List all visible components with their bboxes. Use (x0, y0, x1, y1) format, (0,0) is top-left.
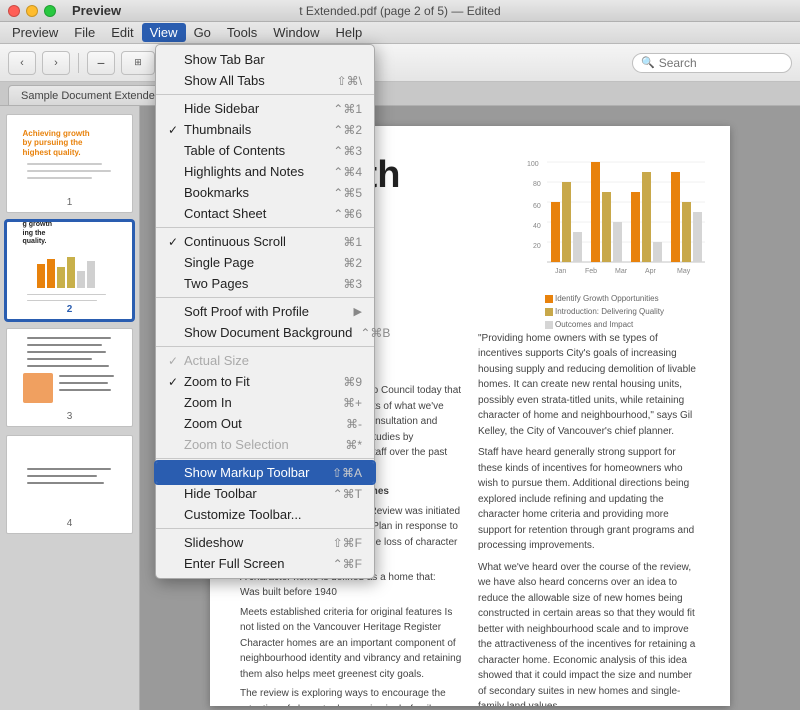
thumb-num-2: 2 (67, 302, 73, 319)
close-button[interactable] (8, 5, 20, 17)
menu-show-markup-toolbar[interactable]: Show Markup Toolbar ⇧⌘A (156, 462, 374, 483)
view-menu-dropdown[interactable]: Show Tab Bar Show All Tabs ⇧⌘\ Hide Side… (155, 44, 375, 579)
menu-show-tab-bar[interactable]: Show Tab Bar (156, 49, 374, 70)
main-layout: Achieving growthby pursuing thehighest q… (0, 106, 800, 710)
menu-thumbnails[interactable]: ✓ Thumbnails ⌃⌘2 (156, 119, 374, 140)
menu-preview[interactable]: Preview (4, 23, 66, 42)
nav-fwd-button[interactable]: › (42, 51, 70, 75)
title-bar: Preview t Extended.pdf (page 2 of 5) — E… (0, 0, 800, 22)
thumb-img-1: Achieving growthby pursuing thehighest q… (15, 115, 125, 195)
menu-continuous-scroll[interactable]: ✓ Continuous Scroll ⌘1 (156, 231, 374, 252)
thumb-img-2: g growthing thequality. (15, 222, 125, 302)
menu-bar: Preview File Edit View Go Tools Window H… (0, 22, 800, 44)
zoom-fit-button[interactable]: ⊞ (121, 51, 155, 75)
tab-bar: Sample Document Extende... (0, 82, 800, 106)
sep-6 (156, 528, 374, 529)
search-icon: 🔍 (641, 56, 655, 69)
menu-show-doc-bg[interactable]: Show Document Background ⌃⌘B (156, 322, 374, 343)
thumb-num-3: 3 (67, 409, 73, 426)
menu-soft-proof[interactable]: Soft Proof with Profile ▶ (156, 301, 374, 322)
svg-text:Mar: Mar (615, 268, 628, 275)
svg-text:Jan: Jan (555, 268, 566, 275)
menu-window[interactable]: Window (265, 23, 327, 42)
sep-2 (156, 227, 374, 228)
menu-view[interactable]: View (142, 23, 186, 42)
menu-go[interactable]: Go (186, 23, 219, 42)
sidebar-page-2[interactable]: g growthing thequality. 2 (6, 221, 133, 320)
menu-single-page[interactable]: Single Page ⌘2 (156, 252, 374, 273)
menu-zoom-in[interactable]: Zoom In ⌘+ (156, 392, 374, 413)
minimize-button[interactable] (26, 5, 38, 17)
menu-customize-toolbar[interactable]: Customize Toolbar... (156, 504, 374, 525)
menu-zoom-to-fit[interactable]: ✓ Zoom to Fit ⌘9 (156, 371, 374, 392)
tab-document[interactable]: Sample Document Extende... (8, 85, 177, 105)
menu-actual-size[interactable]: ✓ Actual Size (156, 350, 374, 371)
svg-text:May: May (677, 268, 691, 275)
menu-edit[interactable]: Edit (103, 23, 141, 42)
thumb-num-1: 1 (67, 195, 73, 212)
toolbar: ‹ › − ⊞ + ↺ ↑ ✏ ✍ ▾ 🔍 (0, 44, 800, 82)
sep-5 (156, 458, 374, 459)
menu-bookmarks[interactable]: Bookmarks ⌃⌘5 (156, 182, 374, 203)
menu-contact-sheet[interactable]: Contact Sheet ⌃⌘6 (156, 203, 374, 224)
sep-3 (156, 297, 374, 298)
bar-chart: 100 80 60 40 20 Jan Feb (515, 146, 710, 291)
menu-enter-full-screen[interactable]: Enter Full Screen ⌃⌘F (156, 553, 374, 574)
svg-text:Apr: Apr (645, 268, 657, 275)
menu-slideshow[interactable]: Slideshow ⇧⌘F (156, 532, 374, 553)
thumb-img-3 (15, 329, 125, 409)
menu-two-pages[interactable]: Two Pages ⌘3 (156, 273, 374, 294)
menu-zoom-out[interactable]: Zoom Out ⌘- (156, 413, 374, 434)
thumb-img-4 (15, 436, 125, 516)
menu-hide-sidebar[interactable]: Hide Sidebar ⌃⌘1 (156, 98, 374, 119)
maximize-button[interactable] (44, 5, 56, 17)
thumb-num-4: 4 (67, 516, 73, 533)
tab-label: Sample Document Extende... (21, 90, 164, 102)
menu-hide-toolbar[interactable]: Hide Toolbar ⌃⌘T (156, 483, 374, 504)
svg-text:60: 60 (533, 203, 541, 210)
search-input[interactable] (659, 56, 789, 70)
menu-highlights-notes[interactable]: Highlights and Notes ⌃⌘4 (156, 161, 374, 182)
menu-zoom-to-selection[interactable]: Zoom to Selection ⌘* (156, 434, 374, 455)
svg-text:40: 40 (533, 223, 541, 230)
svg-text:20: 20 (533, 243, 541, 250)
menu-table-of-contents[interactable]: Table of Contents ⌃⌘3 (156, 140, 374, 161)
svg-text:Feb: Feb (585, 268, 597, 275)
sidebar-page-3[interactable]: 3 (6, 328, 133, 427)
nav-back-button[interactable]: ‹ (8, 51, 36, 75)
search-bar[interactable]: 🔍 (632, 53, 792, 73)
svg-text:100: 100 (527, 161, 539, 168)
sidebar-page-1[interactable]: Achieving growthby pursuing thehighest q… (6, 114, 133, 213)
sep-4 (156, 346, 374, 347)
toolbar-sep-1 (78, 53, 79, 73)
sidebar-page-4[interactable]: 4 (6, 435, 133, 534)
sep-1 (156, 94, 374, 95)
sidebar: Achieving growthby pursuing thehighest q… (0, 106, 140, 710)
svg-text:80: 80 (533, 181, 541, 188)
traffic-lights (8, 5, 56, 17)
menu-help[interactable]: Help (328, 23, 371, 42)
doc-title: t Extended.pdf (page 2 of 5) — Edited (299, 4, 500, 18)
zoom-out-button[interactable]: − (87, 51, 115, 75)
app-name: Preview (72, 3, 121, 18)
menu-tools[interactable]: Tools (219, 23, 265, 42)
right-col: "Providing home owners with se types of … (478, 331, 700, 706)
menu-file[interactable]: File (66, 23, 103, 42)
menu-show-all-tabs[interactable]: Show All Tabs ⇧⌘\ (156, 70, 374, 91)
